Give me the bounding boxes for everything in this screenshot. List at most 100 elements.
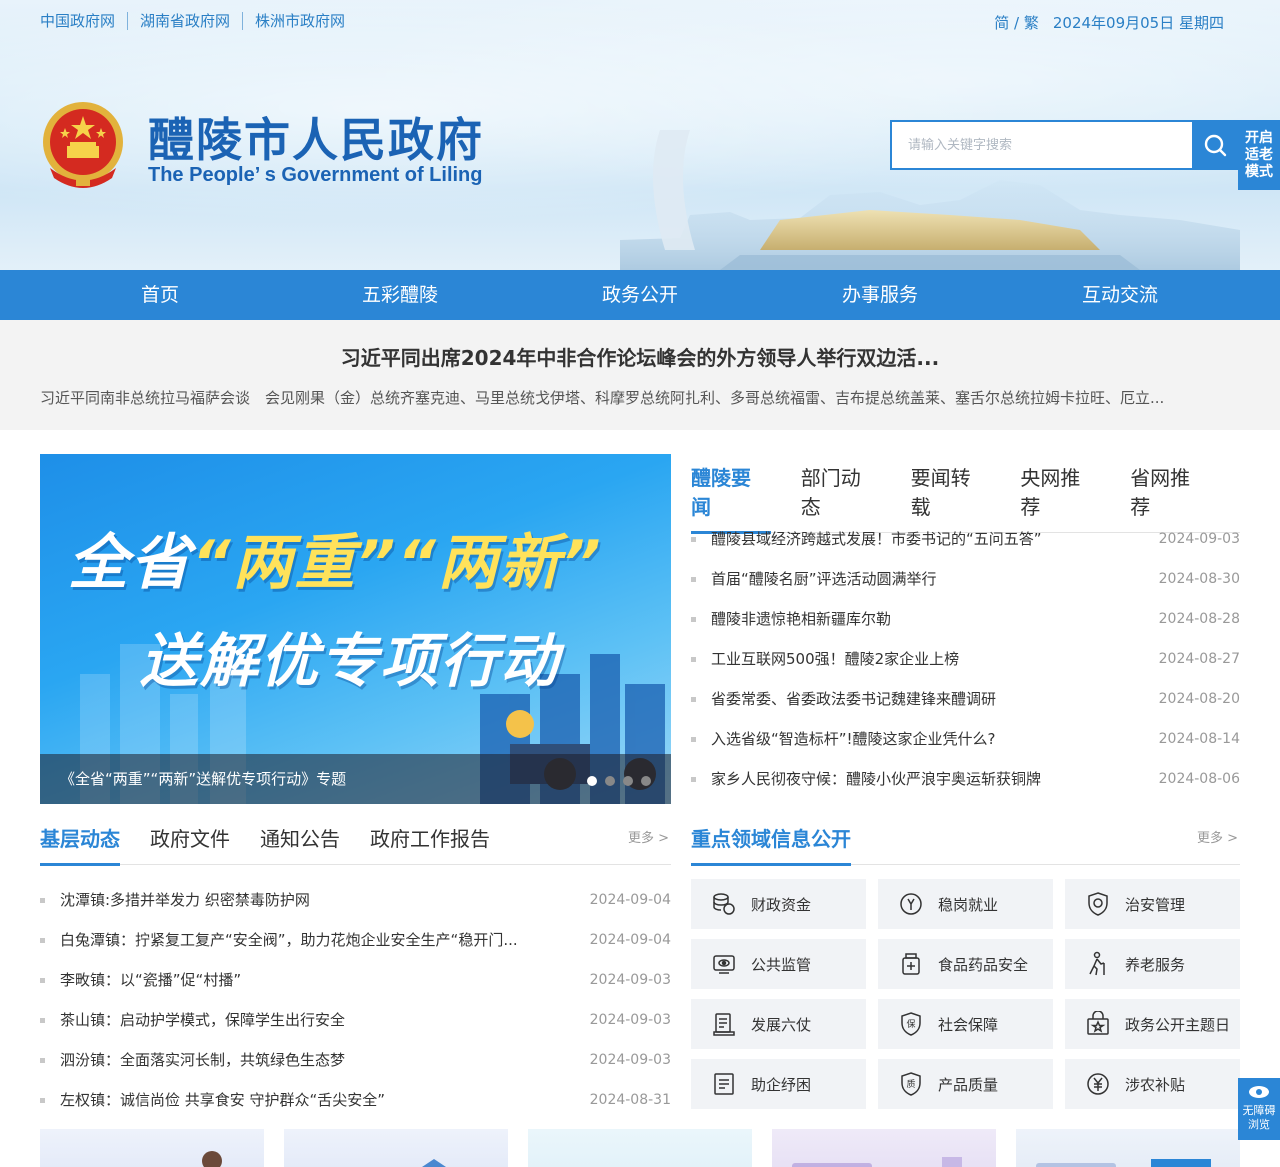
list-item[interactable]: 醴陵非遗惊艳相新疆库尔勒 2024-08-28 (691, 599, 1240, 639)
list-item[interactable]: 茶山镇：启动护学模式，保障学生出行安全 2024-09-03 (40, 1000, 671, 1040)
list-item[interactable]: 白兔潭镇：拧紧复工复产“安全阀”，助力花炮企业安全生产“稳开门... 2024-0… (40, 920, 671, 960)
card-illustration (202, 1151, 222, 1167)
svg-text:保: 保 (906, 1018, 915, 1030)
language-switch[interactable]: 简 / 繁 (994, 12, 1039, 33)
tab-notices[interactable]: 通知公告 (260, 823, 340, 864)
carousel-dot[interactable] (587, 776, 597, 786)
key-areas-more-link[interactable]: 更多 > (1197, 827, 1238, 846)
site-title: 醴陵市人民政府 (148, 113, 484, 167)
feature-card[interactable] (528, 1129, 752, 1167)
tab-grassroots[interactable]: 基层动态 (40, 823, 120, 866)
eye-icon (1249, 1086, 1269, 1098)
grassroots-more-link[interactable]: 更多 > (628, 827, 669, 846)
key-item-elderly[interactable]: 养老服务 (1065, 939, 1240, 989)
search-icon (1204, 134, 1227, 157)
yuan-icon (1085, 1071, 1111, 1097)
nav-interaction[interactable]: 互动交流 (1000, 270, 1240, 320)
list-item[interactable]: 李畋镇：以“瓷播”促“村播” 2024-09-03 (40, 960, 671, 1000)
search-input[interactable] (892, 122, 1192, 168)
list-item[interactable]: 泗汾镇：全面落实河长制，共筑绿色生态梦 2024-09-03 (40, 1040, 671, 1080)
list-item[interactable]: 工业互联网500强！醴陵2家企业上榜 2024-08-27 (691, 639, 1240, 679)
feature-card[interactable] (40, 1129, 264, 1167)
accessibility-button[interactable]: 无障碍 浏览 (1238, 1078, 1280, 1140)
key-item-employment[interactable]: 稳岗就业 (878, 879, 1053, 929)
news-date: 2024-09-04 (589, 932, 671, 948)
key-item-product-quality[interactable]: 质 产品质量 (878, 1059, 1053, 1109)
key-item-label: 涉农补贴 (1125, 1075, 1186, 1094)
list-item[interactable]: 首届“醴陵名厨”评选活动圆满举行 2024-08-30 (691, 559, 1240, 599)
insurance-icon: 保 (898, 1011, 924, 1037)
headline-sub[interactable]: 习近平同南非总统拉马福萨会谈 会见刚果（金）总统齐塞克迪、马里总统戈伊塔、科摩罗… (40, 387, 1240, 408)
elder-mode-button[interactable]: 开启 适老 模式 (1238, 120, 1280, 190)
news-date: 2024-08-30 (1158, 571, 1240, 587)
banner-caption[interactable]: 《全省“两重”“两新”送解优专项行动》专题 (40, 754, 671, 804)
list-item[interactable]: 醴陵县域经济跨越式发展！市委书记的“五问五答” 2024-09-03 (691, 519, 1240, 559)
feature-card[interactable] (1016, 1129, 1240, 1167)
nav-services[interactable]: 办事服务 (760, 270, 1000, 320)
banner-text-a: 全省 (68, 528, 192, 598)
nav-home[interactable]: 首页 (40, 270, 280, 320)
carousel-dot[interactable] (641, 776, 651, 786)
card-illustration (422, 1159, 446, 1167)
news-title: 沈潭镇:多措并举发力 织密禁毒防护网 (60, 891, 310, 909)
news-title: 泗汾镇：全面落实河长制，共筑绿色生态梦 (60, 1051, 346, 1069)
link-hunan-gov[interactable]: 湖南省政府网 (127, 12, 242, 30)
list-item[interactable]: 家乡人民彻夜守候：醴陵小伙严浪宇奥运斩获铜牌 2024-08-06 (691, 759, 1240, 799)
key-item-finance[interactable]: 财政资金 (691, 879, 866, 929)
key-item-label: 治安管理 (1125, 895, 1186, 914)
key-item-development[interactable]: 发展六仗 (691, 999, 866, 1049)
key-item-social-security[interactable]: 保 社会保障 (878, 999, 1053, 1049)
key-item-label: 发展六仗 (751, 1015, 812, 1034)
feature-card[interactable] (284, 1129, 508, 1167)
banner-line2: 送解优专项行动 (140, 627, 561, 695)
svg-text:质: 质 (906, 1078, 915, 1090)
tab-gov-documents[interactable]: 政府文件 (150, 823, 230, 864)
news-date: 2024-08-14 (1158, 731, 1240, 747)
list-item[interactable]: 省委常委、省委政法委书记魏建锋来醴调研 2024-08-20 (691, 679, 1240, 719)
calendar-icon (1085, 1011, 1111, 1037)
key-item-enterprise-relief[interactable]: 助企纾困 (691, 1059, 866, 1109)
nav-colorful-liling[interactable]: 五彩醴陵 (280, 270, 520, 320)
news-date: 2024-09-03 (589, 1012, 671, 1028)
site-header: 中国政府网 湖南省政府网 株洲市政府网 简 / 繁 2024年09月05日 星期… (0, 0, 1280, 270)
list-item[interactable]: 入选省级“智造标杆”!醴陵这家企业凭什么? 2024-08-14 (691, 719, 1240, 759)
key-item-open-day[interactable]: 政务公开主题日 (1065, 999, 1240, 1049)
key-item-supervision[interactable]: 公共监管 (691, 939, 866, 989)
gov-links: 中国政府网 湖南省政府网 株洲市政府网 (40, 12, 357, 30)
news-date: 2024-09-03 (589, 972, 671, 988)
key-item-food-drug[interactable]: 食品药品安全 (878, 939, 1053, 989)
nav-government-affairs[interactable]: 政务公开 (520, 270, 760, 320)
banner-text-c: “两新” (397, 528, 603, 598)
search-button[interactable] (1192, 122, 1238, 168)
banner-carousel[interactable]: 全省“两重”“两新” 送解优专项行动 《全省“两重”“两新”送解优专项行动》专题 (40, 454, 671, 804)
feature-card[interactable] (772, 1129, 996, 1167)
elder-mode-line: 开启 (1245, 130, 1273, 146)
coins-icon (711, 891, 737, 917)
key-item-agri-subsidy[interactable]: 涉农补贴 (1065, 1059, 1240, 1109)
grassroots-tabs: 基层动态 政府文件 通知公告 政府工作报告 (40, 823, 671, 866)
tab-key-areas[interactable]: 重点领域信息公开 (691, 823, 851, 866)
key-item-label: 助企纾困 (751, 1075, 812, 1094)
link-zhuzhou-gov[interactable]: 株洲市政府网 (242, 12, 357, 30)
headline-title[interactable]: 习近平同出席2024年中非合作论坛峰会的外方领导人举行双边活... (0, 342, 1280, 371)
accessibility-line: 浏览 (1248, 1118, 1270, 1131)
news-date: 2024-09-04 (589, 892, 671, 908)
news-date: 2024-09-03 (1158, 531, 1240, 547)
tab-work-report[interactable]: 政府工作报告 (370, 823, 490, 864)
carousel-dot[interactable] (623, 776, 633, 786)
list-item[interactable]: 沈潭镇:多措并举发力 织密禁毒防护网 2024-09-04 (40, 880, 671, 920)
key-item-security[interactable]: 治安管理 (1065, 879, 1240, 929)
link-china-gov[interactable]: 中国政府网 (40, 12, 127, 30)
key-item-label: 产品质量 (938, 1075, 999, 1094)
list-item[interactable]: 左权镇：诚信尚俭 共享食安 守护群众“舌尖安全” 2024-08-31 (40, 1080, 671, 1120)
badge-icon (898, 891, 924, 917)
key-areas-grid: 财政资金 稳岗就业 治安管理 公共监管 食品药品安全 养老服务 发展六仗 保 社… (691, 879, 1240, 1109)
medicine-icon (898, 951, 924, 977)
news-title: 茶山镇：启动护学模式，保障学生出行安全 (60, 1011, 346, 1029)
card-illustration (792, 1157, 962, 1167)
accessibility-line: 无障碍 (1242, 1104, 1276, 1117)
quality-icon: 质 (898, 1071, 924, 1097)
key-item-label: 食品药品安全 (938, 955, 1029, 974)
shield-icon (1085, 891, 1111, 917)
carousel-dot[interactable] (605, 776, 615, 786)
